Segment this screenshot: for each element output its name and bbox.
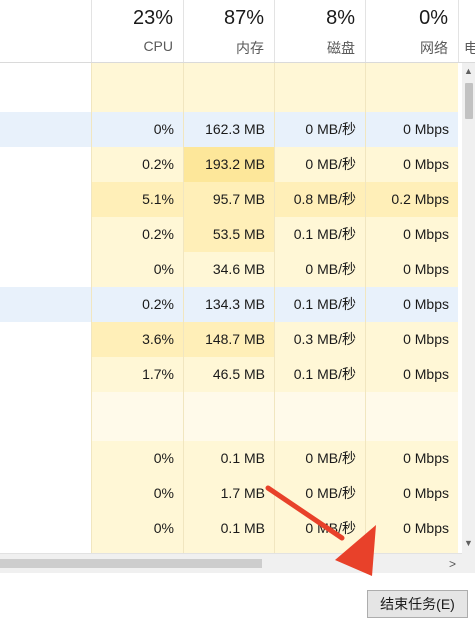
- cpu-column-label: CPU: [143, 38, 173, 54]
- column-divider: [365, 63, 366, 553]
- cell-network: 0 Mbps: [366, 147, 458, 182]
- cell-network: 0 Mbps: [366, 287, 458, 322]
- cell-memory: 46.5 MB: [184, 357, 274, 392]
- cell-disk: [275, 392, 365, 441]
- cell-network: 0 Mbps: [366, 511, 458, 546]
- vertical-scrollbar[interactable]: ▲ ▼: [462, 63, 475, 553]
- table-row[interactable]: 0% 0.1 MB 0 MB/秒 0 Mbps: [0, 511, 462, 546]
- cell-cpu: 0%: [92, 511, 183, 546]
- cell-cpu: 0%: [92, 441, 183, 476]
- column-divider: [274, 63, 275, 553]
- cell-cpu: 0%: [92, 252, 183, 287]
- column-divider: [183, 63, 184, 553]
- cell-disk: 0 MB/秒: [275, 147, 365, 182]
- process-table: 0% 162.3 MB 0 MB/秒 0 Mbps 0.2% 193.2 MB 0 MB/秒…: [0, 63, 462, 553]
- table-row[interactable]: 5.1% 95.7 MB 0.8 MB/秒 0.2 Mbps: [0, 182, 462, 217]
- heat-strip: [92, 63, 458, 112]
- network-usage-percent: 0%: [419, 7, 448, 29]
- cell-disk: 0 MB/秒: [275, 112, 365, 147]
- cell-disk: 0.1 MB/秒: [275, 217, 365, 252]
- cell-network: 0 Mbps: [366, 252, 458, 287]
- disk-column-label: 磁盘: [327, 40, 355, 56]
- column-header-memory[interactable]: 87% 内存: [184, 0, 274, 62]
- cpu-usage-percent: 23%: [132, 7, 173, 29]
- cell-memory: 148.7 MB: [184, 322, 274, 357]
- cell-cpu: 0.2%: [92, 287, 183, 322]
- chevron-right-icon[interactable]: >: [449, 555, 456, 573]
- cell-network: 0 Mbps: [366, 112, 458, 147]
- cell-disk: 0 MB/秒: [275, 252, 365, 287]
- cell-network: 0 Mbps: [366, 217, 458, 252]
- table-row[interactable]: 0% 0.1 MB 0 MB/秒 0 Mbps: [0, 441, 462, 476]
- cell-memory: 134.3 MB: [184, 287, 274, 322]
- cell-disk: 0.3 MB/秒: [275, 322, 365, 357]
- heat-strip: [92, 546, 458, 553]
- cell-network: 0 Mbps: [366, 476, 458, 511]
- chevron-up-icon[interactable]: ▲: [462, 65, 475, 77]
- cell-disk: 0 MB/秒: [275, 511, 365, 546]
- cell-network: 0 Mbps: [366, 357, 458, 392]
- cell-disk: 0.8 MB/秒: [275, 182, 365, 217]
- column-header-bar: 23% CPU 87% 内存 8% 磁盘 0% 网络 电: [0, 0, 475, 63]
- column-header-disk[interactable]: 8% 磁盘: [275, 0, 365, 62]
- cell-memory: 1.7 MB: [184, 476, 274, 511]
- horizontal-scroll-thumb[interactable]: [0, 559, 262, 568]
- chevron-down-icon[interactable]: ▼: [462, 537, 475, 549]
- cell-cpu: 3.6%: [92, 322, 183, 357]
- memory-column-label: 内存: [236, 40, 264, 56]
- end-task-button[interactable]: 结束任务(E): [367, 590, 468, 618]
- cell-memory: 0.1 MB: [184, 511, 274, 546]
- cell-memory: 193.2 MB: [184, 147, 274, 182]
- cell-memory: 34.6 MB: [184, 252, 274, 287]
- network-column-label: 网络: [420, 40, 448, 56]
- disk-usage-percent: 8%: [326, 7, 355, 29]
- cell-cpu: [92, 392, 183, 441]
- column-header-cpu[interactable]: 23% CPU: [92, 0, 183, 62]
- cell-network: 0 Mbps: [366, 322, 458, 357]
- cell-disk: 0 MB/秒: [275, 476, 365, 511]
- table-row[interactable]: 0% 34.6 MB 0 MB/秒 0 Mbps: [0, 252, 462, 287]
- cell-disk: 0.1 MB/秒: [275, 287, 365, 322]
- cell-network: 0.2 Mbps: [366, 182, 458, 217]
- table-row[interactable]: 0.2% 53.5 MB 0.1 MB/秒 0 Mbps: [0, 217, 462, 252]
- cell-cpu: 0%: [92, 476, 183, 511]
- table-row[interactable]: 1.7% 46.5 MB 0.1 MB/秒 0 Mbps: [0, 357, 462, 392]
- column-header-power-partial[interactable]: 电: [464, 38, 475, 58]
- cell-memory: 95.7 MB: [184, 182, 274, 217]
- cell-cpu: 0%: [92, 112, 183, 147]
- cell-memory: 162.3 MB: [184, 112, 274, 147]
- cell-cpu: 1.7%: [92, 357, 183, 392]
- cell-disk: 0 MB/秒: [275, 441, 365, 476]
- header-divider: [458, 0, 459, 62]
- cell-memory: 53.5 MB: [184, 217, 274, 252]
- scrollbar-corner: [462, 553, 475, 573]
- table-row[interactable]: 3.6% 148.7 MB 0.3 MB/秒 0 Mbps: [0, 322, 462, 357]
- cell-cpu: 0.2%: [92, 147, 183, 182]
- cell-disk: 0.1 MB/秒: [275, 357, 365, 392]
- memory-usage-percent: 87%: [223, 7, 264, 29]
- cell-memory: 0.1 MB: [184, 441, 274, 476]
- row-selection-highlight: [0, 287, 92, 322]
- row-selection-highlight: [0, 112, 92, 147]
- cell-network: [366, 392, 458, 441]
- cell-memory: [184, 392, 274, 441]
- table-row[interactable]: 0% 1.7 MB 0 MB/秒 0 Mbps: [0, 476, 462, 511]
- table-row[interactable]: 0.2% 134.3 MB 0.1 MB/秒 0 Mbps: [0, 287, 462, 322]
- table-row[interactable]: 0.2% 193.2 MB 0 MB/秒 0 Mbps: [0, 147, 462, 182]
- column-divider: [91, 63, 92, 553]
- vertical-scroll-thumb[interactable]: [465, 83, 473, 119]
- cell-cpu: 5.1%: [92, 182, 183, 217]
- group-spacer-row: [0, 392, 462, 441]
- horizontal-scrollbar[interactable]: >: [0, 553, 462, 573]
- table-row[interactable]: 0% 162.3 MB 0 MB/秒 0 Mbps: [0, 112, 462, 147]
- cell-cpu: 0.2%: [92, 217, 183, 252]
- cell-network: 0 Mbps: [366, 441, 458, 476]
- column-header-network[interactable]: 0% 网络: [366, 0, 458, 62]
